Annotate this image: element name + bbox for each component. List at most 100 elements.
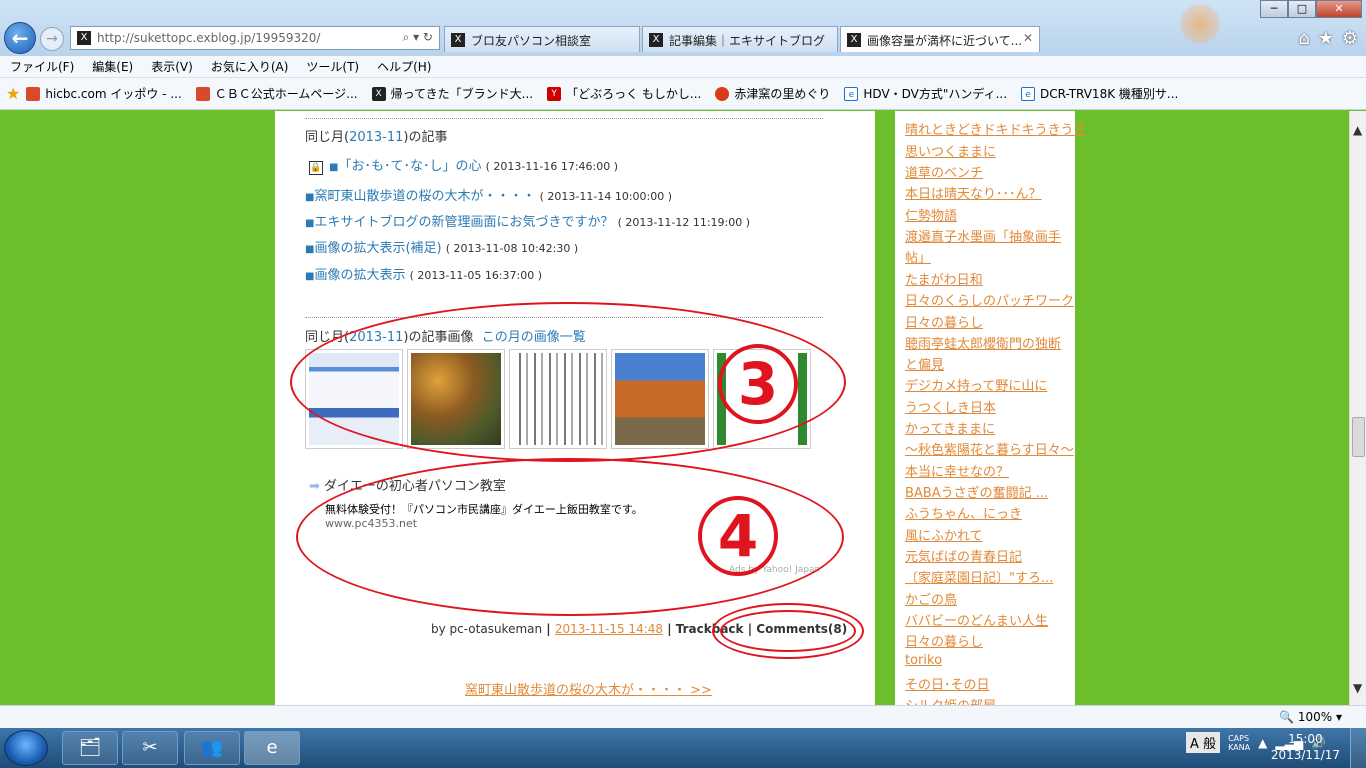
tab-2[interactable]: X 記事編集｜エキサイトブログ [642,26,838,52]
scroll-thumb[interactable] [1352,417,1365,457]
annotation-number-4: 4 [698,496,778,576]
post-item[interactable]: ■画像の拡大表示(補足) ( 2013-11-08 10:42:30 ) [305,237,578,256]
sidebar-link[interactable]: シルク姫の部屋 [905,695,996,705]
sidebar-link[interactable]: かってきままに [905,418,995,437]
sidebar-link[interactable]: ふうちゃん、にっき [905,503,1022,522]
vertical-scrollbar[interactable]: ▲ ▼ [1349,111,1366,705]
tab-1[interactable]: X ブロ友パソコン相談室 [444,26,640,52]
app-taskbar-button[interactable]: ✂ [122,731,178,765]
sidebar-link[interactable]: 本当に幸せなの？ [905,461,1009,480]
sidebar-link[interactable]: たまがわ日和 [905,269,983,288]
sidebar-link[interactable]: ババビーのどんまい人生 [905,610,1048,629]
kana-text: KANA [1228,742,1251,752]
zoom-level[interactable]: 🔍 100% ▾ [1279,710,1342,724]
favorite-link[interactable]: Y 「どぶろっく もしかし... [547,85,701,102]
byline-separator: | [542,622,555,636]
month-link[interactable]: 2013-11 [349,130,403,145]
sidebar-link[interactable]: 日々の暮らし [905,631,983,650]
sidebar-link[interactable]: 帖」 [905,247,931,266]
zoom-value: 100% [1297,710,1333,724]
post-title[interactable]: 窯町東山散歩道の桜の大木が・・・・ [314,189,535,204]
favorites-star-icon[interactable]: ★ [6,84,20,103]
favorite-link[interactable]: 赤津窯の里めぐり [715,85,830,102]
annotation-oval [720,610,856,652]
sidebar-link[interactable]: 風にふかれて [905,525,983,544]
next-post-link[interactable]: 窯町東山散歩道の桜の大木が・・・・ >> [465,679,712,698]
address-controls[interactable]: ⌕ ▾ ↻ [403,30,433,45]
sidebar-link[interactable]: 本日は晴天なり･･･ん？ [905,183,1042,202]
minimize-button[interactable]: ─ [1260,0,1288,18]
favorite-link[interactable]: e DCR-TRV18K 機種別サ... [1021,85,1178,102]
sidebar-link[interactable]: 道草のベンチ [905,162,983,181]
post-date: ( 2013-11-12 11:19:00 ) [617,216,751,229]
sidebar-link[interactable]: かごの鳥 [905,589,957,608]
sidebar-link[interactable]: 仁勢物語 [905,205,957,224]
menu-view[interactable]: 表示(V) [151,58,193,75]
tab-3-active[interactable]: X 画像容量が満杯に近づいて... ✕ [840,26,1040,52]
heading-text: )の記事 [403,130,448,145]
post-item[interactable]: ■エキサイトブログの新管理画面にお気づきですか？ ( 2013-11-12 11… [305,211,750,230]
sidebar-link[interactable]: 日々の暮らし [905,312,983,331]
favorite-label: ＣＢＣ公式ホームページ... [214,87,358,101]
network-taskbar-button[interactable]: 👥 [184,731,240,765]
clock[interactable]: 15:00 2013/11/17 [1271,731,1340,763]
post-item[interactable]: 🔒 ■「お･も･て･な･し」の心 ( 2013-11-16 17:46:00 ) [309,155,618,175]
sidebar-link[interactable]: と偏見 [905,354,944,373]
sidebar-link[interactable]: toriko [905,653,942,668]
caps-text: CAPS [1228,733,1250,743]
sidebar-link[interactable]: 聴雨亭蛙太郎櫻衛門の独断 [905,333,1061,352]
sidebar-link[interactable]: BABAうさぎの奮闘記 ... [905,482,1048,501]
scroll-down-icon[interactable]: ▼ [1353,681,1362,695]
favorite-icon: Y [547,86,562,101]
favorite-link[interactable]: hicbc.com イッポウ - ... [26,85,182,102]
sidebar-link[interactable]: 日々のくらしのパッチワーク [905,290,1074,309]
favorite-link[interactable]: X 帰ってきた「ブランド大... [371,85,533,102]
sidebar-link[interactable]: その日･その日 [905,674,990,693]
ime-indicator[interactable]: A 般 [1186,732,1221,753]
menu-file[interactable]: ファイル(F) [10,58,74,75]
address-bar[interactable]: X http://sukettopc.exblog.jp/19959320/ ⌕… [70,26,440,50]
explorer-taskbar-button[interactable]: 🗂 [62,731,118,765]
menu-help[interactable]: ヘルプ(H) [377,58,431,75]
home-icon[interactable]: ⌂ [1298,28,1309,49]
sidebar-link[interactable]: 思いつくままに [905,141,996,160]
sidebar-link[interactable]: デジカメ持って野に山に [905,375,1047,394]
scroll-up-icon[interactable]: ▲ [1353,123,1362,137]
sidebar-link[interactable]: ～秋色紫陽花と暮らす日々～ [905,439,1074,458]
address-url[interactable]: http://sukettopc.exblog.jp/19959320/ [97,31,320,45]
close-tab-icon[interactable]: ✕ [1023,31,1033,45]
tools-icon[interactable]: ⚙ [1342,28,1358,49]
menu-favorites[interactable]: お気に入り(A) [211,58,289,75]
favorites-icon[interactable]: ★ [1318,28,1334,49]
favorite-link[interactable]: e HDV・DV方式"ハンディ... [844,85,1007,102]
post-title[interactable]: 画像の拡大表示(補足) [314,241,441,256]
post-title[interactable]: 画像の拡大表示 [314,268,405,283]
sidebar-link[interactable]: 元気ばばの青春日記 [905,546,1022,565]
annotation-number-3: 3 [718,344,798,424]
favorite-link[interactable]: ＣＢＣ公式ホームページ... [195,85,358,102]
post-item[interactable]: ■画像の拡大表示 ( 2013-11-05 16:37:00 ) [305,264,542,283]
menu-tools[interactable]: ツール(T) [306,58,359,75]
caps-indicator: CAPS KANA [1228,734,1250,752]
taskbar: 🗂 ✂ 👥 e A 般 CAPS KANA ▲ ▂▃▅ 🔊 15:00 2013/… [0,728,1366,768]
close-button[interactable]: ✕ [1316,0,1362,18]
post-title[interactable]: 「お･も･て･な･し」の心 [338,159,481,174]
favorite-icon: X [371,86,386,101]
sidebar-link[interactable]: 晴れときどきドキドキうきうき [905,119,1086,138]
favorite-icon [715,86,730,101]
maximize-button[interactable]: □ [1288,0,1316,18]
byline-date[interactable]: 2013-11-15 14:48 [555,622,663,636]
menu-edit[interactable]: 編集(E) [92,58,133,75]
sidebar-link[interactable]: うつくしき日本 [905,397,996,416]
tray-arrow-icon[interactable]: ▲ [1258,736,1267,750]
sidebar-column: 晴れときどきドキドキうきうき 思いつくままに 道草のベンチ本日は晴天なり･･･ん？ 仁… [895,111,1086,705]
back-button[interactable]: ← [4,22,36,54]
sidebar-link[interactable]: 渡邉直子水墨画「抽象画手 [905,226,1061,245]
post-item[interactable]: ■窯町東山散歩道の桜の大木が・・・・ ( 2013-11-14 10:00:00… [305,185,672,204]
forward-button[interactable]: → [40,27,64,51]
sidebar-link[interactable]: 〔家庭菜園日記〕"すろ... [905,567,1053,586]
start-button[interactable] [4,730,48,766]
post-title[interactable]: エキサイトブログの新管理画面にお気づきですか？ [314,215,613,230]
show-desktop-button[interactable] [1350,728,1366,768]
ie-taskbar-button[interactable]: e [244,731,300,765]
